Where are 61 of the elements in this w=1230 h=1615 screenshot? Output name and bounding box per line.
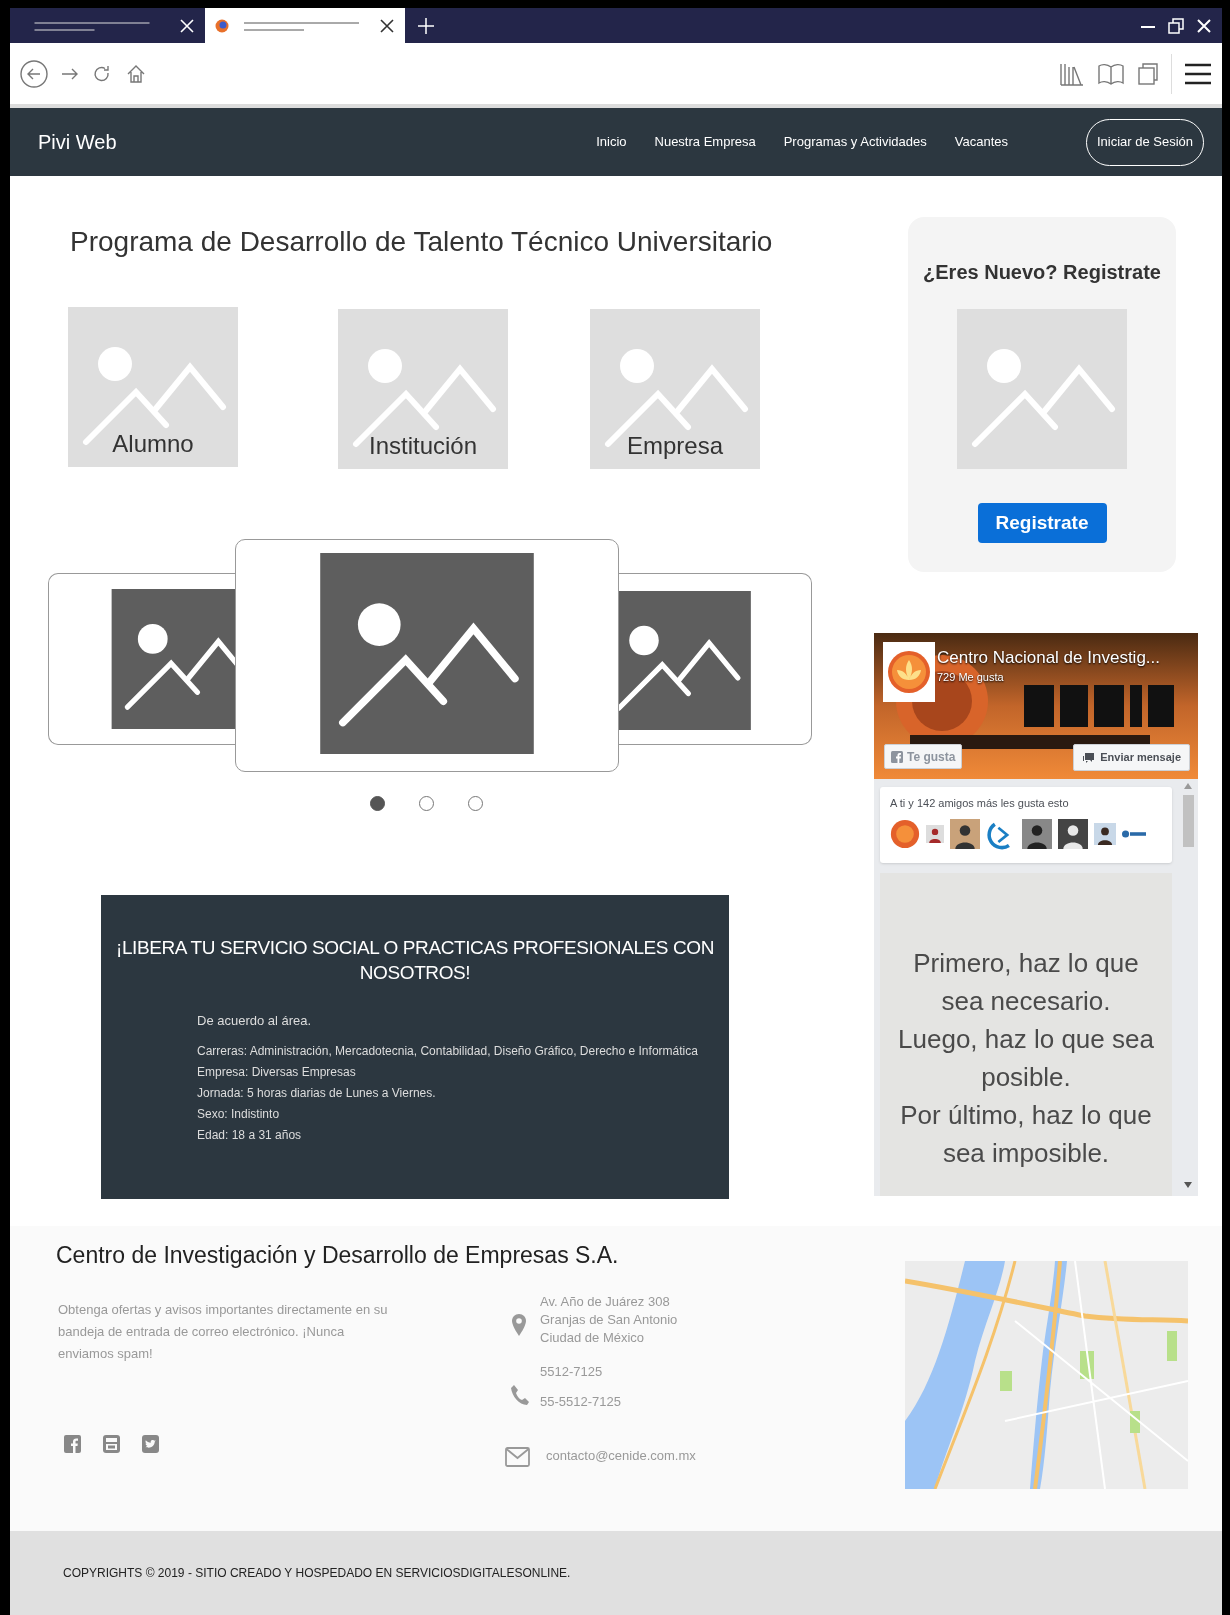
carousel-slide[interactable] [235, 539, 619, 772]
address-line: Granjas de San Antonio [540, 1311, 678, 1329]
chat-bubbles-icon [1082, 751, 1096, 764]
info-text: Sexo: Indistinto [197, 1105, 281, 1123]
register-title: ¿Eres Nuevo? Registrate [923, 260, 1161, 285]
site-brand[interactable]: Pivi Web [38, 127, 117, 157]
carousel-slide[interactable] [618, 573, 812, 745]
image-placeholder-icon [957, 309, 1127, 469]
copyright-text: COPYRIGHTS © 2019 - SITIO CREADO Y HOSPEDADO EN SERVICIOSDIGITALESONLINE. [63, 1565, 571, 1582]
info-text: Edad: 18 a 31 años [197, 1126, 303, 1144]
info-text: De acuerdo al área. [197, 1012, 313, 1030]
menu-icon[interactable] [1184, 62, 1212, 85]
close-icon[interactable] [379, 17, 395, 34]
info-text: Carreras: Administración, Mercadotecnia, Contabilidad, Diseño Gráfico, Derecho e Informática [197, 1042, 699, 1060]
message-button[interactable]: Enviar mensaje [1073, 744, 1190, 771]
lotus-logo-icon [887, 650, 931, 694]
image-placeholder-icon [320, 553, 534, 754]
location-pin-icon [512, 1314, 526, 1336]
image-placeholder-icon [590, 308, 760, 470]
newsletter-text: Obtenga ofertas y avisos importantes directamente en su bandeja de entrada de correo electrónico. ¡Nunca enviamos spam! [58, 1301, 389, 1363]
image-placeholder-icon [618, 591, 752, 730]
carousel-slide[interactable] [48, 573, 236, 745]
company-name: Centro de Investigación y Desarrollo de Empresas S.A. [56, 1241, 619, 1270]
browser-logo-icon [215, 18, 229, 33]
twitter-icon[interactable] [142, 1435, 159, 1453]
f-logo-icon [891, 750, 903, 763]
home-icon[interactable] [126, 63, 146, 84]
tabs-icon[interactable] [1137, 61, 1159, 86]
friends-text: A ti y 142 amigos más les gusta esto [890, 796, 1070, 811]
scrollbar[interactable] [1182, 783, 1194, 1188]
nav-link[interactable]: Nuestra Empresa [654, 132, 756, 152]
nav-link[interactable]: Programas y Actividades [783, 132, 927, 152]
nav-link[interactable]: Vacantes [954, 132, 1008, 152]
post-quote: Primero, haz lo que sea necesario. Luego, haz lo que sea posible. Por último, haz lo que sea imposible. [898, 947, 1154, 1170]
youtube-icon[interactable] [103, 1435, 120, 1453]
phone-number: 55-5512-7125 [540, 1393, 621, 1411]
info-text: Jornada: 5 horas diarias de Lunes a Viernes. [197, 1084, 437, 1102]
new-tab-icon[interactable] [417, 16, 435, 35]
nav-link[interactable]: Inicio [596, 132, 627, 152]
page-name[interactable]: Centro Nacional de Investig... [937, 645, 1160, 671]
scroll-down-icon[interactable] [1184, 1182, 1192, 1188]
image-placeholder-icon [338, 308, 508, 470]
likes-count: 729 Me gusta [937, 670, 1004, 685]
info-text: Empresa: Diversas Empresas [197, 1063, 357, 1081]
back-icon[interactable] [20, 59, 48, 88]
scroll-up-icon[interactable] [1184, 783, 1192, 789]
scroll-thumb[interactable] [1182, 795, 1194, 847]
reader-view-icon[interactable] [1097, 61, 1125, 86]
image-placeholder-icon [68, 306, 238, 468]
info-heading: ¡LIBERA TU SERVICIO SOCIAL O PRACTICAS PROFESIONALES CON NOSOTROS! [114, 936, 716, 985]
register-button[interactable]: Registrate [977, 503, 1107, 543]
phone-number: 5512-7125 [540, 1363, 603, 1381]
image-placeholder-icon [111, 589, 236, 729]
reload-icon[interactable] [92, 63, 112, 84]
page-title: Programa de Desarrollo de Talento Técnico Universitario [70, 225, 773, 259]
mail-icon [505, 1447, 530, 1467]
facebook-icon[interactable] [64, 1435, 81, 1453]
phone-icon [510, 1384, 530, 1406]
address-line: Av. Año de Juárez 308 [540, 1293, 671, 1311]
address-line: Ciudad de México [540, 1329, 646, 1347]
restore-icon[interactable] [1168, 17, 1184, 34]
